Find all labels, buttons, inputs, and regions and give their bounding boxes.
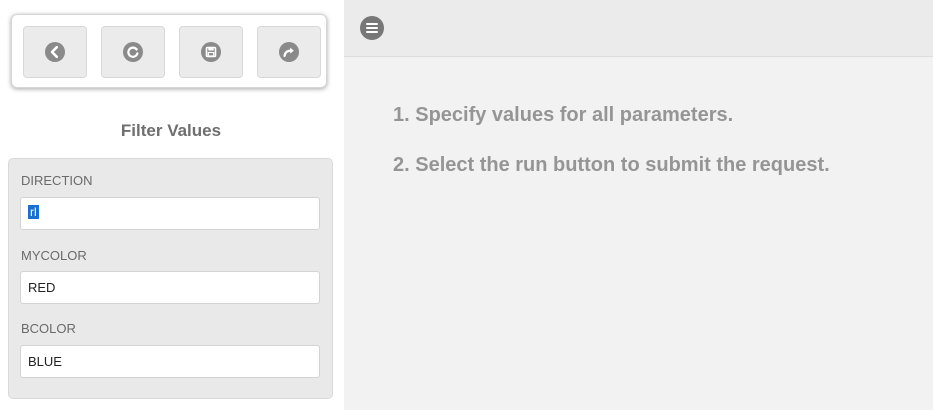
direction-label: DIRECTION xyxy=(21,173,93,188)
bcolor-label: BCOLOR xyxy=(21,321,76,336)
instruction-1: 1. Specify values for all parameters. xyxy=(393,104,734,126)
save-icon xyxy=(201,42,221,62)
filter-values-title: Filter Values xyxy=(120,121,222,140)
back-button[interactable] xyxy=(23,26,87,78)
refresh-icon xyxy=(123,42,143,62)
refresh-button[interactable] xyxy=(101,26,165,78)
direction-selected-text: rl xyxy=(28,205,39,219)
back-icon xyxy=(45,42,65,62)
direction-input[interactable] xyxy=(20,197,320,230)
content-header xyxy=(344,0,933,57)
toolbar xyxy=(11,14,327,88)
mycolor-label: MYCOLOR xyxy=(21,248,87,263)
mycolor-input[interactable] xyxy=(20,271,320,304)
content-area: 1. Specify values for all parameters. 2.… xyxy=(344,0,933,410)
instruction-2: 2. Select the run button to submit the r… xyxy=(393,154,830,176)
bcolor-input[interactable] xyxy=(20,345,320,378)
save-button[interactable] xyxy=(179,26,243,78)
share-icon xyxy=(279,42,299,62)
share-button[interactable] xyxy=(257,26,321,78)
menu-icon xyxy=(366,23,378,33)
filter-panel: DIRECTION rl MYCOLOR BCOLOR xyxy=(8,158,333,399)
menu-button[interactable] xyxy=(360,16,384,40)
